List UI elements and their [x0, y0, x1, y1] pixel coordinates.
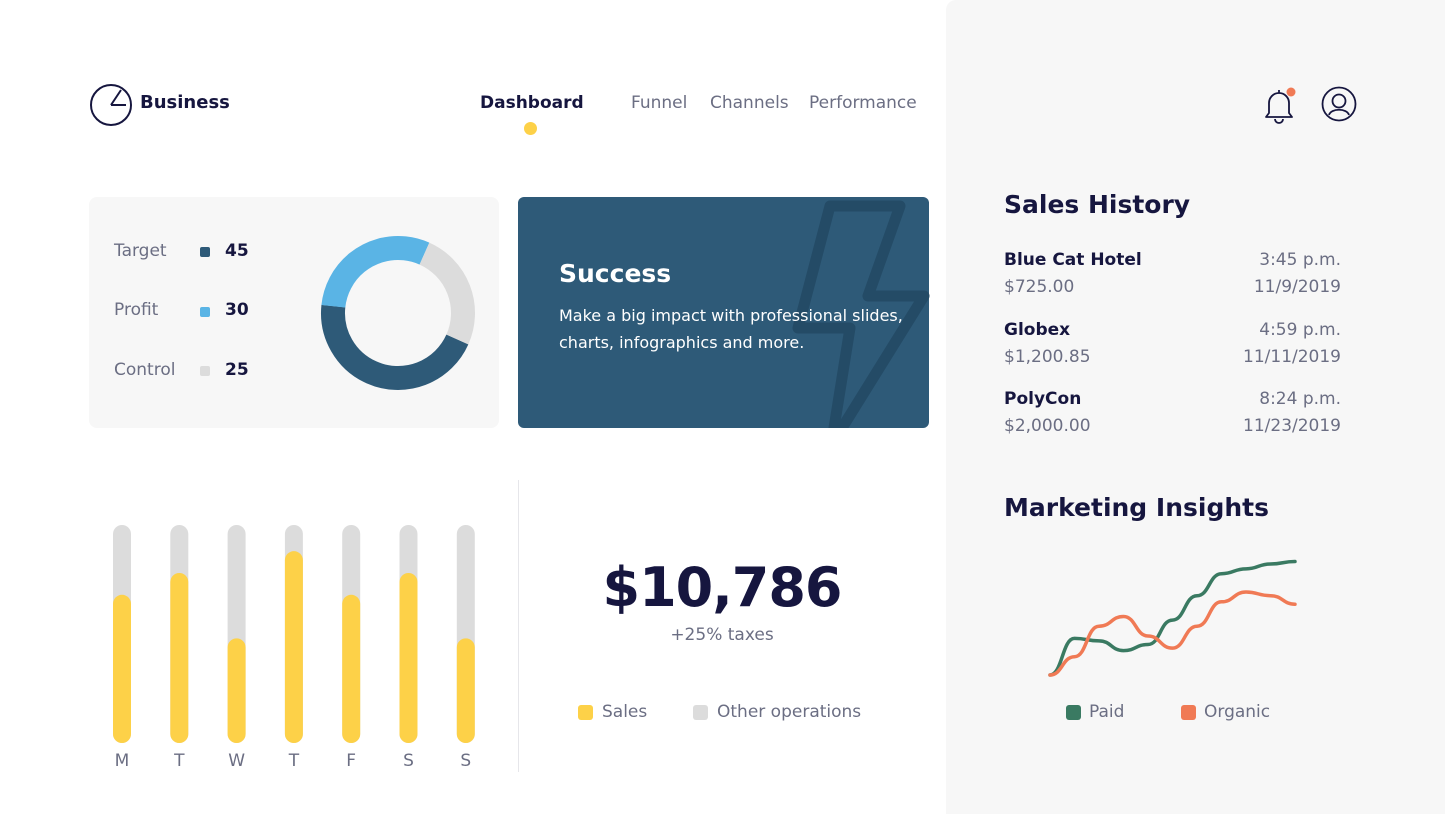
- success-title: Success: [559, 259, 672, 288]
- legend-swatch-organic: [1181, 705, 1196, 720]
- metric-label-control: Control: [114, 360, 176, 380]
- legend-label-organic: Organic: [1204, 702, 1271, 722]
- weekly-bar-chart: MTWTFSS: [113, 525, 475, 771]
- section-divider: [518, 480, 519, 772]
- sale-time: 8:24 p.m.: [1259, 389, 1341, 409]
- brand-name: Business: [140, 92, 230, 113]
- sale-date: 11/11/2019: [1243, 347, 1341, 367]
- metric-value-target: 45: [225, 241, 249, 261]
- bar-sales: [227, 638, 246, 743]
- sale-name[interactable]: Globex: [1004, 320, 1070, 340]
- active-nav-indicator: [524, 122, 537, 135]
- legend-label-other: Other operations: [717, 702, 862, 722]
- legend-swatch-sales: [578, 705, 593, 720]
- dashboard-page: Business Dashboard Funnel Channels Perfo…: [0, 0, 1445, 814]
- total-amount: $10,786: [602, 556, 843, 619]
- marketing-insights-title: Marketing Insights: [1004, 493, 1269, 522]
- pie-chart-logo-icon: [90, 84, 132, 126]
- sale-amount: $1,200.85: [1004, 347, 1091, 367]
- sales-history-title: Sales History: [1004, 190, 1191, 219]
- sale-name[interactable]: PolyCon: [1004, 389, 1081, 409]
- user-icon[interactable]: [1321, 86, 1357, 122]
- sale-time: 3:45 p.m.: [1259, 250, 1341, 270]
- bar-sales: [456, 638, 475, 743]
- nav-performance[interactable]: Performance: [809, 93, 917, 113]
- bar-day-label: F: [346, 751, 356, 771]
- notification-dot: [1286, 87, 1296, 97]
- legend-swatch-paid: [1066, 705, 1081, 720]
- sale-time: 4:59 p.m.: [1259, 320, 1341, 340]
- bar-day-label: M: [115, 751, 130, 771]
- bar-day-label: T: [173, 751, 185, 771]
- metric-value-profit: 30: [225, 300, 249, 320]
- nav-channels[interactable]: Channels: [710, 93, 789, 113]
- bar-sales: [170, 572, 189, 743]
- marketing-line-chart: [1048, 559, 1297, 677]
- success-text: Make a big impact with professional slid…: [559, 306, 903, 352]
- taxes-note: +25% taxes: [670, 625, 774, 645]
- line-organic: [1048, 590, 1297, 677]
- bar-sales: [113, 594, 131, 743]
- profit-swatch: [200, 307, 210, 317]
- metric-value-control: 25: [225, 360, 249, 380]
- bar-sales: [399, 572, 418, 743]
- target-swatch: [200, 247, 210, 257]
- sale-date: 11/23/2019: [1243, 416, 1341, 436]
- bar-sales: [342, 594, 361, 743]
- bar-day-label: S: [403, 751, 414, 771]
- legend-swatch-other: [693, 705, 708, 720]
- sale-date: 11/9/2019: [1253, 277, 1341, 297]
- bell-icon[interactable]: [1262, 86, 1296, 124]
- legend-label-sales: Sales: [602, 702, 648, 722]
- legend-label-paid: Paid: [1089, 702, 1125, 722]
- metric-label-profit: Profit: [114, 300, 159, 320]
- line-paid: [1048, 559, 1297, 677]
- bar-day-label: T: [288, 751, 300, 771]
- metric-label-target: Target: [114, 241, 167, 261]
- bar-day-label: W: [228, 751, 245, 771]
- bar-day-label: S: [460, 751, 471, 771]
- nav-funnel[interactable]: Funnel: [631, 93, 687, 113]
- sale-name[interactable]: Blue Cat Hotel: [1004, 250, 1142, 270]
- sale-amount: $2,000.00: [1004, 416, 1091, 436]
- bar-sales: [284, 551, 303, 743]
- nav-dashboard[interactable]: Dashboard: [480, 93, 584, 113]
- sale-amount: $725.00: [1004, 277, 1075, 297]
- donut-chart: [321, 236, 475, 390]
- control-swatch: [200, 366, 210, 376]
